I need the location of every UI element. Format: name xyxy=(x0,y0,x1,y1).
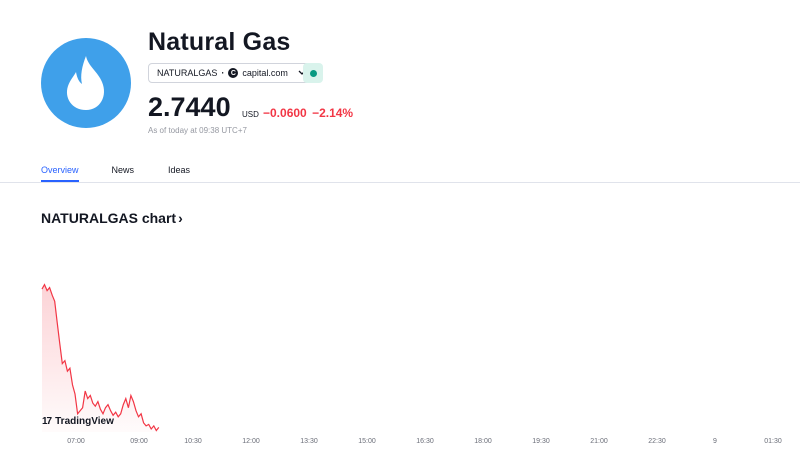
x-tick-label: 13:30 xyxy=(300,438,318,445)
chart-heading-label: NATURALGAS chart xyxy=(41,210,177,226)
broker-icon: C xyxy=(228,68,239,78)
quote-timestamp: As of today at 09:38 UTC+7 xyxy=(148,126,247,135)
x-tick-label: 9 xyxy=(713,438,717,445)
tab-ideas[interactable]: Ideas xyxy=(168,165,190,175)
change-percent: −2.14% xyxy=(312,106,354,120)
market-open-dot xyxy=(309,69,317,77)
x-tick-label: 12:00 xyxy=(242,438,260,445)
x-tick-label: 21:00 xyxy=(590,438,608,445)
instrument-logo xyxy=(41,38,131,128)
flame-icon xyxy=(66,56,105,110)
tab-bar: Overview News Ideas xyxy=(41,165,190,182)
x-tick-label: 01:30 xyxy=(764,438,782,445)
x-tick-label: 16:30 xyxy=(416,438,434,445)
x-tick-label: 19:30 xyxy=(532,438,550,445)
price-currency: USD xyxy=(242,110,259,119)
change-value: −0.0600 xyxy=(263,106,307,120)
x-tick-label: 10:30 xyxy=(184,438,202,445)
tab-news[interactable]: News xyxy=(112,165,135,175)
price-chart[interactable]: 07:00 09:00 10:30 12:00 13:30 15:00 16:30 18:00… xyxy=(0,260,800,453)
chart-heading-link[interactable]: NATURALGAS chart › xyxy=(41,210,183,226)
symbol-exchange-selector[interactable]: NATURALGAS · C capital.com xyxy=(148,63,315,83)
x-tick-label: 15:00 xyxy=(358,438,376,445)
x-tick-label: 22:30 xyxy=(648,438,666,445)
separator: · xyxy=(221,68,225,78)
tradingview-logo[interactable]: 17 TradingView xyxy=(42,416,114,427)
market-status-indicator[interactable] xyxy=(303,63,323,83)
x-tick-label: 09:00 xyxy=(130,438,148,445)
x-tick-label: 07:00 xyxy=(67,438,85,445)
x-tick-label: 18:00 xyxy=(474,438,492,445)
broker-label: capital.com xyxy=(242,68,288,78)
last-price: 2.7440 xyxy=(148,92,231,122)
tab-divider xyxy=(0,182,800,183)
page-title: Natural Gas xyxy=(148,28,291,56)
tradingview-label: TradingView xyxy=(55,416,114,427)
tradingview-mark-icon: 17 xyxy=(42,416,52,427)
symbol-label: NATURALGAS xyxy=(157,68,218,78)
price-change: −0.0600 −2.14% xyxy=(263,106,353,120)
tab-overview[interactable]: Overview xyxy=(41,165,79,182)
chevron-right-icon: › xyxy=(178,210,183,226)
